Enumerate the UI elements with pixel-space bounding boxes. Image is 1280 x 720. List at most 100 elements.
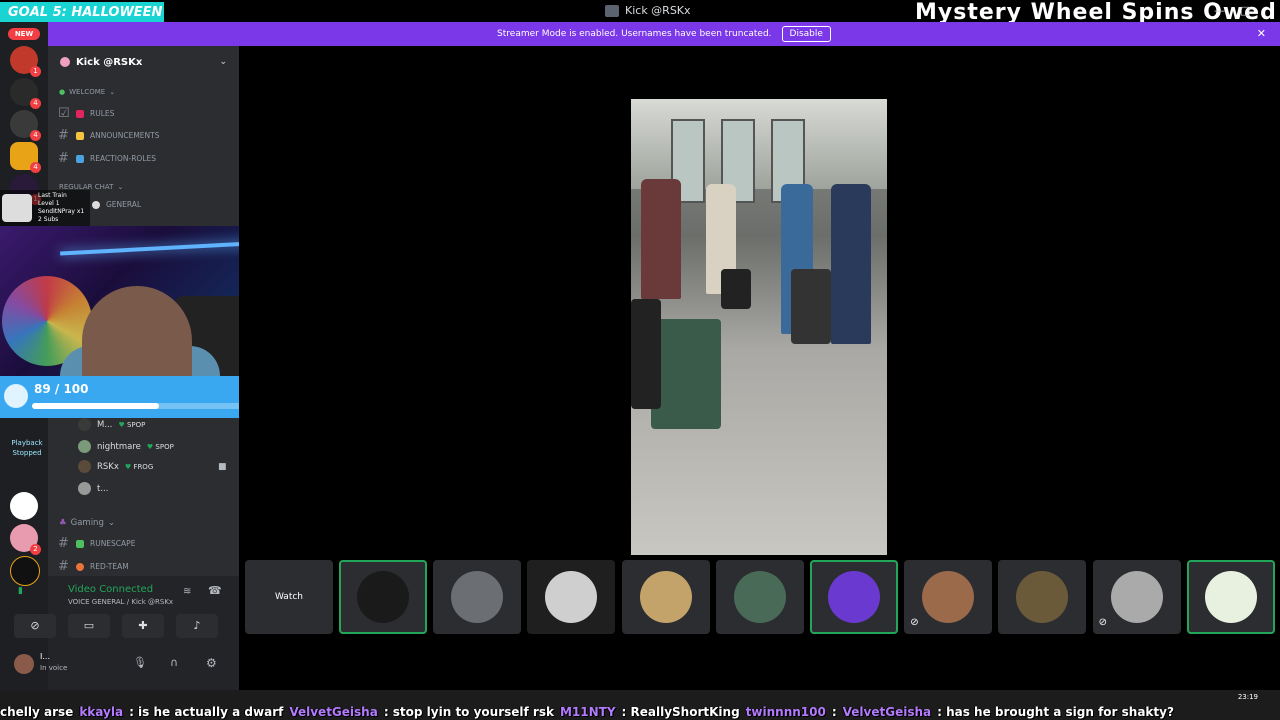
- green-avatar-tile[interactable]: [1186, 560, 1275, 634]
- participant-avatar: [357, 571, 409, 623]
- heart-icon: [76, 562, 84, 571]
- activities-button[interactable]: ✚: [122, 614, 164, 638]
- moon-tile[interactable]: [527, 560, 616, 634]
- server-icon[interactable]: 4: [10, 142, 41, 173]
- category-label: WELCOME: [69, 88, 106, 96]
- train-alert-widget: Last Train Level 1 SendItNPray x1 2 Subs: [0, 190, 90, 226]
- headphones-icon[interactable]: ∩: [170, 656, 178, 669]
- server-header[interactable]: Kick @RSKx ⌄: [48, 46, 239, 78]
- unread-badge: 2: [30, 544, 41, 555]
- gear-icon[interactable]: ⚙: [206, 656, 217, 670]
- server-name: Kick @RSKx: [76, 56, 143, 68]
- close-icon[interactable]: ✕: [1257, 27, 1266, 40]
- channel-label: RULES: [90, 109, 115, 118]
- chevron-down-icon: ⌄: [117, 183, 124, 191]
- dog-tile[interactable]: [998, 560, 1087, 634]
- chevron-down-icon[interactable]: ⌄: [219, 57, 227, 67]
- channel-runescape[interactable]: # RUNESCAPE: [58, 536, 135, 551]
- video-suitcase: [721, 269, 751, 309]
- chevron-down-icon: ⌄: [109, 88, 116, 96]
- crown-tile[interactable]: ⊘: [1092, 560, 1181, 634]
- hash-icon: #: [58, 128, 69, 143]
- video-suitcase: [651, 319, 721, 429]
- voice-user[interactable]: RSKx ♥ FROG ■: [78, 460, 227, 473]
- channel-rules[interactable]: ☑ RULES: [58, 106, 114, 121]
- sub-goal-icon: [4, 384, 28, 408]
- watch-button[interactable]: Watch: [245, 560, 333, 634]
- train-level: Level 1: [38, 200, 60, 207]
- microphone-icon[interactable]: 🎙: [133, 656, 147, 669]
- avatar[interactable]: [14, 654, 34, 674]
- window-title: Kick @RSKx: [605, 4, 691, 17]
- voice-user[interactable]: nightmare ♥ SPOP: [78, 440, 174, 453]
- server-icon[interactable]: 4: [10, 110, 41, 141]
- category-gaming[interactable]: ♣ Gaming ⌄: [59, 518, 115, 528]
- gamepad-icon: ♣: [59, 518, 67, 528]
- channel-label: RED-TEAM: [90, 562, 129, 571]
- server-logo-icon: [60, 57, 70, 67]
- server-icon[interactable]: 2: [10, 524, 41, 555]
- participant-avatar: [1110, 571, 1163, 623]
- server-icon[interactable]: 1: [10, 46, 41, 77]
- role-tag-label: SPOP: [126, 420, 146, 429]
- server-icon[interactable]: [10, 556, 40, 586]
- maximize-icon[interactable]: □: [1240, 4, 1256, 17]
- camera-off-tile[interactable]: [339, 560, 427, 634]
- gnome-tile[interactable]: [621, 560, 710, 634]
- ticker-message: : is he actually a dwarf: [129, 704, 284, 719]
- ticker-message: :: [831, 704, 837, 719]
- hash-icon: #: [58, 559, 69, 574]
- window-title-text: Kick @RSKx: [625, 4, 691, 17]
- streamer-webcam: [0, 226, 271, 376]
- unread-badge: 4: [30, 98, 41, 109]
- category-welcome[interactable]: ● WELCOME ⌄: [59, 88, 115, 96]
- robot-tile[interactable]: [715, 560, 804, 634]
- purple-girl-tile[interactable]: [810, 560, 898, 634]
- voice-status: Video Connected: [68, 584, 154, 595]
- g-server-icon[interactable]: [10, 492, 38, 520]
- ticker-message: : ReallyShortKing: [621, 704, 740, 719]
- participant-avatar: [545, 571, 598, 623]
- role-tag: ♥ FROG: [124, 462, 154, 471]
- soundboard-button[interactable]: ♪: [176, 614, 218, 638]
- shared-video[interactable]: [631, 99, 887, 555]
- voice-channel-label[interactable]: VOICE GENERAL / Kick @RSKx: [68, 598, 173, 606]
- minimize-icon[interactable]: —: [1214, 4, 1230, 17]
- watch-tile[interactable]: Watch: [245, 560, 333, 634]
- megaphone-icon: [76, 131, 84, 140]
- tree-icon: [76, 539, 84, 548]
- voice-user[interactable]: M... ♥ SPOP: [78, 418, 145, 431]
- sub-goal-bar: 89 / 100: [0, 376, 271, 418]
- disconnect-icon[interactable]: ☎: [208, 584, 222, 597]
- car-tile[interactable]: [433, 560, 522, 634]
- video-suitcase: [631, 299, 661, 409]
- unread-badge: 4: [30, 130, 41, 141]
- ticker-message: chelly arse: [0, 704, 74, 719]
- waveform-icon[interactable]: ≋: [183, 586, 191, 597]
- playback-status: Playback Stopped: [11, 439, 43, 457]
- channel-reaction-roles[interactable]: # REACTION-ROLES: [58, 151, 156, 166]
- channel-red-team[interactable]: # RED-TEAM: [58, 559, 129, 574]
- voice-user-name: M...: [97, 419, 113, 430]
- sub-goal-count: 89 / 100: [34, 382, 89, 396]
- disable-button[interactable]: Disable: [781, 26, 831, 42]
- ticker-username: kkayla: [79, 704, 124, 719]
- muted-icon: ⊘: [1098, 617, 1107, 628]
- participant-avatar: [451, 571, 504, 623]
- server-icon[interactable]: 4: [10, 78, 41, 109]
- video-ceiling: [631, 99, 887, 189]
- screen-share-button[interactable]: ▭: [68, 614, 110, 638]
- ticker-username: VelvetGeisha: [842, 704, 932, 719]
- channel-announcements[interactable]: # ANNOUNCEMENTS: [58, 128, 160, 143]
- voice-user[interactable]: t...: [78, 482, 108, 495]
- participant-avatar: [1016, 571, 1069, 623]
- ticker-message: : has he brought a sign for shakty?: [937, 704, 1174, 719]
- hand-tile[interactable]: ⊘: [904, 560, 993, 634]
- channel-general[interactable]: GENERAL: [92, 200, 141, 209]
- ticker-message: : stop lyin to yourself rsk: [383, 704, 554, 719]
- avatar: [78, 440, 91, 453]
- hash-icon: #: [58, 536, 69, 551]
- role-tag-label: SPOP: [155, 442, 174, 451]
- camera-toggle-button[interactable]: ⊘: [14, 614, 56, 638]
- avatar: [78, 482, 91, 495]
